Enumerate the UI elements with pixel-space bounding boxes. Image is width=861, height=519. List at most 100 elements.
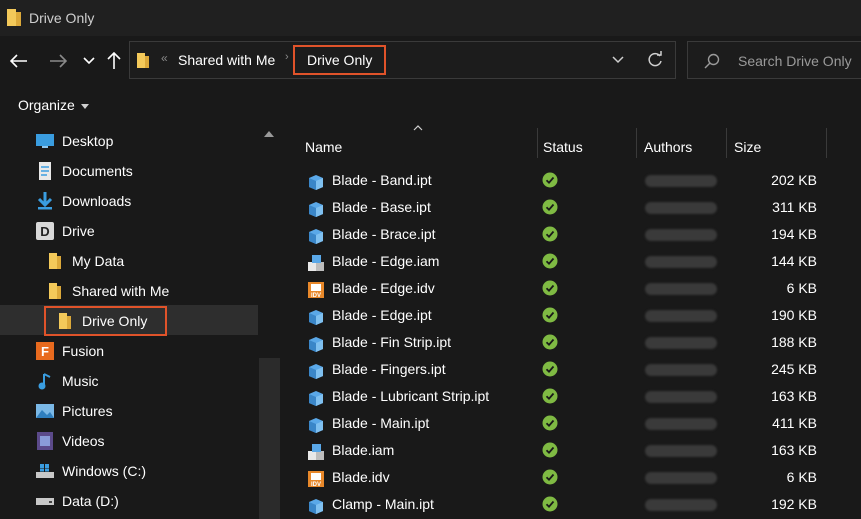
folder-icon — [46, 252, 64, 270]
table-row[interactable]: Blade - Lubricant Strip.ipt 163 KB — [280, 383, 861, 410]
design-view-file-icon: IDV — [307, 281, 325, 299]
folder-icon — [137, 53, 149, 68]
part-file-icon — [307, 227, 325, 245]
author-redacted — [645, 499, 717, 511]
videos-icon — [36, 432, 54, 450]
table-row[interactable]: Blade - Edge.iam 144 KB — [280, 248, 861, 275]
column-divider[interactable] — [826, 128, 827, 158]
pictures-icon — [36, 402, 54, 420]
sidebar-item-shared-with-me[interactable]: Shared with Me — [46, 277, 169, 305]
table-row[interactable]: IDV Blade.idv 6 KB — [280, 464, 861, 491]
recent-locations-button[interactable] — [77, 49, 101, 73]
table-row[interactable]: Blade - Edge.ipt 190 KB — [280, 302, 861, 329]
sidebar-item-my-data[interactable]: My Data — [46, 247, 124, 275]
file-name: Blade - Main.ipt — [332, 415, 430, 431]
table-row[interactable]: Blade - Fingers.ipt 245 KB — [280, 356, 861, 383]
part-file-icon — [307, 389, 325, 407]
sidebar-item-drive[interactable]: D Drive — [36, 217, 95, 245]
organize-button[interactable]: Organize — [18, 97, 89, 113]
address-bar[interactable]: « Shared with Me › Drive Only — [129, 41, 676, 79]
breadcrumb-drive-only[interactable]: Drive Only — [293, 45, 387, 75]
table-row[interactable]: Blade.iam 163 KB — [280, 437, 861, 464]
column-header-status[interactable]: Status — [543, 134, 583, 160]
synced-check-icon — [542, 388, 558, 404]
author-redacted — [645, 337, 717, 349]
column-header-authors[interactable]: Authors — [644, 134, 692, 160]
address-dropdown-icon[interactable] — [610, 51, 626, 67]
table-row[interactable]: Blade - Main.ipt 411 KB — [280, 410, 861, 437]
chevron-down-icon — [83, 57, 95, 65]
sidebar-item-desktop[interactable]: Desktop — [36, 127, 113, 155]
assembly-file-icon — [307, 443, 325, 461]
file-size: 245 KB — [771, 361, 817, 377]
table-row[interactable]: IDV Blade - Edge.idv 6 KB — [280, 275, 861, 302]
column-divider[interactable] — [537, 128, 538, 158]
back-button[interactable] — [7, 49, 31, 73]
table-row[interactable]: Blade - Brace.ipt 194 KB — [280, 221, 861, 248]
sort-ascending-icon — [413, 125, 423, 131]
download-icon — [36, 192, 54, 210]
sidebar-item-music[interactable]: Music — [36, 367, 99, 395]
file-list-pane: Name Status Authors Size Blade - Band.ip… — [280, 124, 861, 519]
synced-check-icon — [542, 226, 558, 242]
file-name: Blade - Brace.ipt — [332, 226, 436, 242]
column-header-size[interactable]: Size — [734, 134, 761, 160]
author-redacted — [645, 202, 717, 214]
sidebar-item-fusion[interactable]: F Fusion — [36, 337, 104, 365]
sidebar-item-downloads[interactable]: Downloads — [36, 187, 131, 215]
svg-text:F: F — [41, 344, 49, 359]
up-button[interactable] — [102, 49, 126, 73]
file-size: 6 KB — [786, 469, 817, 485]
file-name: Blade - Edge.ipt — [332, 307, 432, 323]
caret-down-icon — [80, 103, 89, 109]
breadcrumb-shared-with-me[interactable]: Shared with Me — [178, 52, 275, 68]
author-redacted — [645, 310, 717, 322]
breadcrumb-separator-icon[interactable]: › — [285, 51, 289, 63]
part-file-icon — [307, 308, 325, 326]
author-redacted — [645, 175, 717, 187]
column-header-name[interactable]: Name — [305, 134, 342, 160]
sidebar-scrollbar[interactable] — [259, 124, 280, 519]
breadcrumb-overflow-icon[interactable]: « — [161, 51, 168, 65]
file-size: 202 KB — [771, 172, 817, 188]
synced-check-icon — [542, 307, 558, 323]
column-divider[interactable] — [636, 128, 637, 158]
documents-icon — [36, 162, 54, 180]
organize-label: Organize — [18, 97, 75, 113]
table-row[interactable]: Clamp - Main.ipt 192 KB — [280, 491, 861, 518]
file-name: Blade - Fin Strip.ipt — [332, 334, 452, 350]
title-bar: Drive Only — [0, 0, 861, 36]
author-redacted — [645, 445, 717, 457]
file-name: Blade - Lubricant Strip.ipt — [332, 388, 490, 404]
forward-button[interactable] — [46, 49, 70, 73]
arrow-up-icon — [107, 52, 121, 69]
folder-icon — [7, 9, 21, 26]
synced-check-icon — [542, 172, 558, 188]
table-row[interactable]: Blade - Band.ipt 202 KB — [280, 167, 861, 194]
sidebar-item-label: Music — [62, 373, 99, 389]
search-box[interactable]: Search Drive Only — [687, 41, 861, 79]
table-row[interactable]: Blade - Base.ipt 311 KB — [280, 194, 861, 221]
sidebar-item-label: Videos — [62, 433, 105, 449]
search-input[interactable]: Search Drive Only — [738, 53, 852, 69]
sidebar-item-videos[interactable]: Videos — [36, 427, 105, 455]
sidebar-item-documents[interactable]: Documents — [36, 157, 133, 185]
refresh-icon[interactable] — [646, 51, 664, 69]
sidebar-item-data-d[interactable]: Data (D:) — [36, 487, 119, 515]
part-file-icon — [307, 497, 325, 515]
window-title: Drive Only — [29, 10, 95, 26]
author-redacted — [645, 283, 717, 295]
scrollbar-thumb[interactable] — [259, 358, 280, 519]
column-divider[interactable] — [726, 128, 727, 158]
synced-check-icon — [542, 442, 558, 458]
assembly-file-icon — [307, 254, 325, 272]
arrow-left-icon — [10, 54, 27, 68]
file-name: Blade.idv — [332, 469, 390, 485]
scroll-up-arrow-icon[interactable] — [264, 131, 274, 137]
table-row[interactable]: Blade - Fin Strip.ipt 188 KB — [280, 329, 861, 356]
file-name: Blade - Fingers.ipt — [332, 361, 446, 377]
synced-check-icon — [542, 496, 558, 512]
file-name: Clamp - Main.ipt — [332, 496, 434, 512]
sidebar-item-pictures[interactable]: Pictures — [36, 397, 113, 425]
sidebar-item-windows-c[interactable]: Windows (C:) — [36, 457, 146, 485]
